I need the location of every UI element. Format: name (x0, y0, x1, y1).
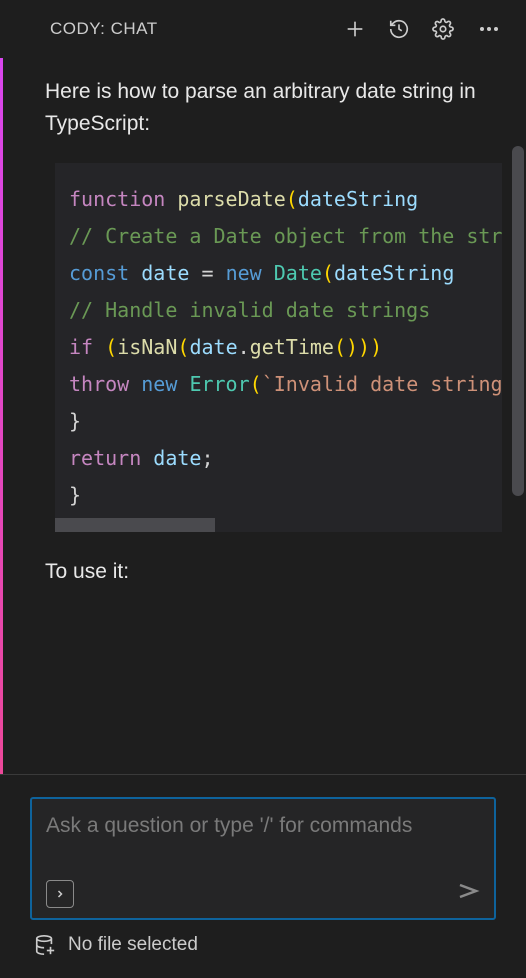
code-param: dateString (298, 187, 418, 211)
dot-icon (494, 27, 498, 31)
chat-input-placeholder: Ask a question or type '/' for commands (46, 811, 480, 873)
scrollbar-thumb[interactable] (512, 146, 524, 496)
plus-icon (344, 18, 366, 40)
send-icon (456, 879, 480, 903)
code-storage: const (69, 261, 129, 285)
code-arg: dateString (334, 261, 454, 285)
panel-title: CODY: CHAT (50, 19, 158, 39)
code-keyword: function (69, 187, 165, 211)
expand-input-button[interactable] (46, 880, 74, 908)
code-type: Date (274, 261, 322, 285)
panel-header: CODY: CHAT (0, 0, 526, 58)
chevron-right-icon (54, 888, 66, 900)
dot-icon (487, 27, 491, 31)
code-var: date (141, 261, 189, 285)
code-new: new (226, 261, 262, 285)
header-actions (344, 18, 502, 40)
code-string: `Invalid date string` (262, 372, 502, 396)
code-op: = (201, 261, 213, 285)
file-context-status[interactable]: No file selected (30, 920, 496, 964)
code-comment: // Create a Date object from the string (69, 224, 502, 248)
input-section: Ask a question or type '/' for commands (0, 774, 526, 978)
code-new: new (141, 372, 177, 396)
code-function: parseDate (177, 187, 285, 211)
gear-icon (432, 18, 454, 40)
code-keyword: throw (69, 372, 129, 396)
code-var: date (189, 335, 237, 359)
code-brace: } (69, 483, 81, 507)
code-type: Error (189, 372, 249, 396)
new-chat-button[interactable] (344, 18, 366, 40)
database-icon (34, 934, 56, 956)
send-button[interactable] (456, 879, 480, 908)
dot-icon (480, 27, 484, 31)
history-button[interactable] (388, 18, 410, 40)
input-controls (46, 879, 480, 908)
chat-input-box[interactable]: Ask a question or type '/' for commands (30, 797, 496, 920)
code-method: isNaN (117, 335, 177, 359)
code-keyword: return (69, 446, 141, 470)
code-block: function parseDate(dateString // Create … (55, 163, 502, 532)
chat-messages-area: Here is how to parse an arbitrary date s… (0, 58, 526, 774)
file-status-text: No file selected (68, 934, 198, 956)
code-method: getTime (250, 335, 334, 359)
assistant-message-text: Here is how to parse an arbitrary date s… (3, 76, 526, 139)
assistant-message-text: To use it: (3, 560, 526, 584)
history-icon (388, 18, 410, 40)
settings-button[interactable] (432, 18, 454, 40)
more-actions-button[interactable] (476, 27, 502, 31)
horizontal-scrollbar[interactable] (55, 518, 215, 532)
code-brace: } (69, 409, 81, 433)
code-comment: // Handle invalid date strings (69, 298, 430, 322)
code-keyword: if (69, 335, 93, 359)
code-var: date (153, 446, 201, 470)
